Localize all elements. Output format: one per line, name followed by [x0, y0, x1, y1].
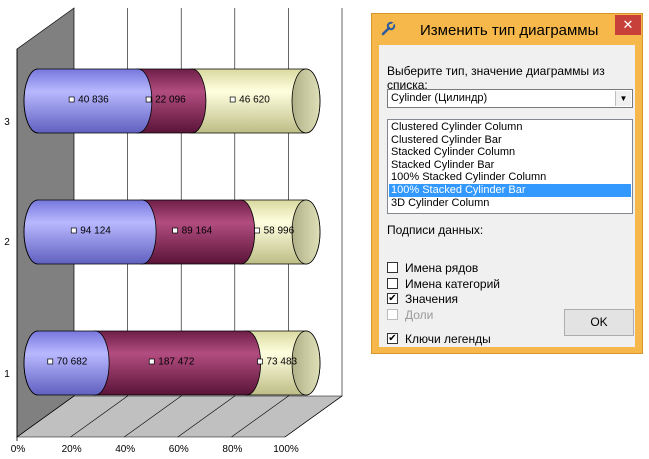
legend-key-icon — [145, 96, 152, 103]
chart-type-option[interactable]: Clustered Cylinder Bar — [389, 134, 631, 147]
chart-type-prompt: Выберите тип, значение диаграммы из спис… — [387, 64, 605, 92]
legend-key-icon — [257, 358, 263, 365]
chart-type-list[interactable]: Clustered Cylinder Column Clustered Cylin… — [387, 119, 633, 214]
category-label: 1 — [4, 369, 10, 380]
svg-text:73 483: 73 483 — [267, 357, 298, 368]
x-tick-label: 100% — [273, 444, 299, 455]
chart-type-option[interactable]: Stacked Cylinder Column — [389, 146, 631, 159]
category-label: 2 — [4, 237, 10, 248]
data-label-option-label: Доли — [405, 308, 434, 322]
legend-key-icon — [229, 96, 236, 103]
legend-key-icon — [68, 96, 75, 103]
x-tick-label: 60% — [169, 444, 189, 455]
x-tick-label: 0% — [11, 444, 26, 455]
chart-type-option[interactable]: Clustered Cylinder Column — [389, 121, 631, 134]
dialog-titlebar[interactable]: Изменить тип диаграммы ✕ — [372, 14, 642, 45]
svg-text:94 124: 94 124 — [80, 226, 111, 237]
change-chart-type-dialog: Изменить тип диаграммы ✕ Выберите тип, з… — [371, 13, 643, 354]
legend-key-icon — [172, 227, 178, 234]
cylinder-end-cap — [291, 68, 321, 134]
svg-text:46 620: 46 620 — [239, 95, 270, 106]
chart-type-option[interactable]: Stacked Cylinder Bar — [389, 159, 631, 172]
svg-text:89 164: 89 164 — [182, 226, 213, 237]
chart-type-option[interactable]: 100% Stacked Cylinder Column — [389, 171, 631, 184]
legend-key-icon — [148, 358, 155, 365]
x-tick-label: 80% — [222, 444, 242, 455]
dialog-title: Изменить тип диаграммы — [420, 22, 599, 39]
close-button[interactable]: ✕ — [615, 15, 641, 35]
svg-text:58 996: 58 996 — [264, 226, 295, 237]
x-tick-label: 40% — [115, 444, 135, 455]
checkbox — [387, 309, 398, 320]
stacked-cylinder-chart: 0% 20% 40% 60% 80% 100% 1 70 682 187 472 73 483 2 9… — [4, 7, 343, 455]
ok-button[interactable]: OK — [564, 309, 634, 336]
svg-text:40 836: 40 836 — [78, 95, 109, 106]
dialog-body: Выберите тип, значение диаграммы из спис… — [379, 45, 635, 347]
chevron-down-icon[interactable]: ▼ — [615, 91, 631, 106]
svg-text:22 096: 22 096 — [155, 95, 186, 106]
data-label-option-label: Имена категорий — [405, 277, 501, 291]
legend-key-icon — [47, 358, 54, 365]
chart-family-value: Cylinder (Цилиндр) — [391, 92, 488, 104]
data-label-option-label: Имена рядов — [405, 261, 479, 275]
checkbox-checked[interactable]: ✔ — [387, 293, 398, 304]
checkbox[interactable] — [387, 278, 398, 289]
checkbox[interactable] — [387, 262, 398, 273]
close-icon: ✕ — [622, 17, 634, 32]
checkbox-checked[interactable]: ✔ — [387, 333, 398, 344]
legend-key-icon — [254, 227, 260, 234]
legend-key-icon — [70, 227, 77, 234]
svg-text:187 472: 187 472 — [158, 357, 195, 368]
wrench-icon — [381, 21, 396, 36]
svg-text:70 682: 70 682 — [57, 357, 88, 368]
chart-type-option[interactable]: 100% Stacked Cylinder Bar — [389, 184, 631, 197]
data-label-option-label: Ключи легенды — [405, 332, 491, 346]
chart-family-select[interactable]: Cylinder (Цилиндр) ▼ — [387, 89, 633, 108]
data-label-option-label: Значения — [405, 292, 459, 306]
x-tick-label: 20% — [62, 444, 82, 455]
cylinder-end-cap — [291, 199, 321, 265]
chart-type-option[interactable]: 3D Cylinder Column — [389, 197, 631, 210]
category-label: 3 — [4, 117, 10, 128]
data-labels-heading: Подписи данных: — [387, 223, 484, 237]
